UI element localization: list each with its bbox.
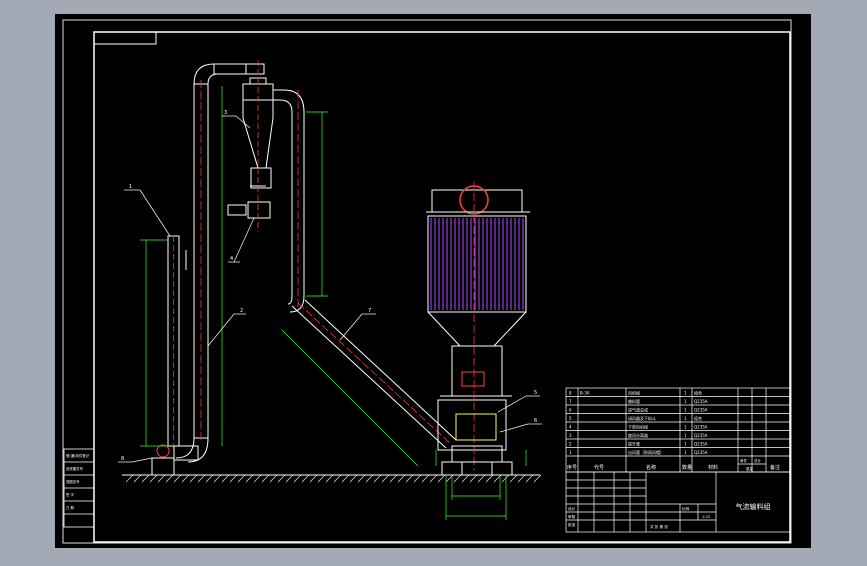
bom-cell-name: 出风管（防雨风帽） [628, 449, 664, 455]
bom-h-code: 代号 [594, 464, 604, 471]
bom-cell-material: Q235A [694, 442, 708, 447]
tb-design: 设计 [568, 506, 576, 511]
bom-cell-name: 进气道总成 [628, 407, 648, 413]
bom-h-seq: 序号 [567, 464, 577, 471]
callout-7: 7 [368, 308, 371, 314]
bom-h-w1: 单件 [740, 458, 748, 463]
scale-value: 1:25 [702, 515, 710, 519]
bom-cell-name: 闭风器及下料斗 [628, 415, 656, 421]
bom-h-remark: 备注 [770, 464, 780, 471]
sheet-label: 共 张 第 张 [650, 524, 668, 529]
side-stamp-3: 底图总号 [66, 479, 80, 484]
bom-h-material: 材料 [708, 464, 718, 471]
bom-cell-material: Q235A [694, 408, 708, 413]
side-stamp-1: 借(通)用件登记 [66, 453, 90, 458]
bom-cell-material: 组合 [694, 390, 702, 396]
callout-8: 8 [121, 456, 124, 462]
bom-cell-name: 提升管 [628, 441, 640, 447]
bom-cell-name: 旋风分离器 [628, 432, 648, 438]
bom-cell-material: Q235A [694, 450, 708, 455]
drawing-title: 气流输料组 [736, 502, 771, 511]
bom-cell-material: Q235A [694, 425, 708, 430]
bom-h-w2: 总计 [754, 458, 762, 463]
bom-cell-name: 风机组 [628, 390, 640, 396]
callout-5: 5 [534, 390, 537, 396]
drawing-canvas: 借(通)用件登记 旧底图总号 底图总号 签 字 日 期 1 2 3 4 5 6 … [55, 14, 811, 548]
cad-viewport: 借(通)用件登记 旧底图总号 底图总号 签 字 日 期 1 2 3 4 5 6 … [0, 0, 867, 562]
callout-4: 4 [230, 256, 233, 262]
callout-6: 6 [534, 418, 537, 424]
bom-cell-name: 输料管 [628, 398, 640, 404]
scale-label: 比例 [682, 506, 690, 511]
bom-cell-code: B-3A [580, 391, 590, 396]
bom-cell-name: 下部风机组 [628, 424, 648, 430]
bom-h-weight: 重量 [746, 466, 754, 471]
side-stamp-4: 签 字 [66, 492, 74, 497]
callout-2: 2 [240, 308, 243, 314]
tb-check: 审核 [568, 514, 576, 519]
bom-cell-material: 组合 [694, 415, 702, 421]
tb-approve: 批准 [568, 522, 576, 527]
bom-cell-material: Q235A [694, 433, 708, 438]
bom-h-qty: 数量 [682, 464, 692, 471]
side-stamp-2: 旧底图总号 [66, 466, 84, 471]
bom-h-name: 名称 [646, 464, 656, 471]
callout-3: 3 [224, 110, 227, 116]
callout-1: 1 [129, 184, 132, 190]
bom-cell-material: Q235A [694, 399, 708, 404]
side-stamp-5: 日 期 [66, 505, 74, 510]
